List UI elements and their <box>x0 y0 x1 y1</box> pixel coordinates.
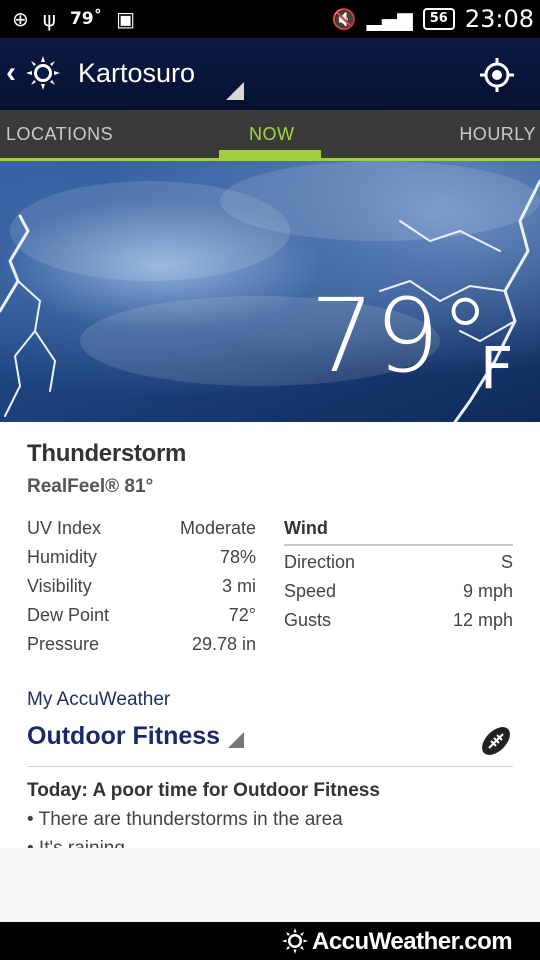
detail-label: Humidity <box>27 547 98 567</box>
current-temperature: 79° <box>310 277 491 396</box>
detail-value: Moderate <box>179 518 256 538</box>
accuweather-logo-icon <box>282 928 308 954</box>
tab-bar: LOCATIONS NOW HOURLY <box>0 110 540 161</box>
wind-row: Speed 9 mph <box>284 575 513 604</box>
battery-indicator: 56 <box>422 8 455 30</box>
back-chevron-icon[interactable]: ‹ <box>6 56 16 90</box>
accuweather-sun-icon[interactable] <box>26 56 60 90</box>
scroll-fade <box>0 848 540 922</box>
detail-row: Pressure 29.78 in <box>27 634 256 663</box>
wind-label: Direction <box>284 552 356 572</box>
my-accuweather-label: My AccuWeather <box>27 689 171 710</box>
detail-value: 29.78 in <box>191 634 256 654</box>
detail-row: Dew Point 72° <box>27 605 256 634</box>
status-time: 23:08 <box>464 5 534 33</box>
details-table: UV Index Moderate Humidity 78% Visibilit… <box>27 518 256 663</box>
forecast-bullet: • There are thunderstorms in the area <box>27 809 343 830</box>
condition-text: Thunderstorm <box>27 440 187 467</box>
temperature-unit: F <box>480 334 514 402</box>
mute-icon: 🔇 <box>331 7 357 31</box>
tab-hourly[interactable]: HOURLY <box>459 124 536 145</box>
app-header: ‹ Kartosuro <box>0 38 540 110</box>
location-dropdown-icon[interactable] <box>226 82 244 100</box>
signal-icon: ▂▄▆ <box>366 7 413 31</box>
detail-row: Visibility 3 mi <box>27 576 256 605</box>
forecast-summary: Today: A poor time for Outdoor Fitness <box>27 780 380 801</box>
location-title[interactable]: Kartosuro <box>78 58 195 89</box>
wind-value: 9 mph <box>462 581 513 601</box>
football-icon <box>482 727 510 755</box>
tab-now[interactable]: NOW <box>249 124 295 145</box>
detail-value: 78% <box>219 547 256 567</box>
wind-label: Gusts <box>284 610 332 630</box>
active-tab-indicator <box>219 150 321 158</box>
realfeel-text: RealFeel® 81° <box>27 476 154 497</box>
locate-gps-icon[interactable] <box>480 58 514 92</box>
footer-bar: AccuWeather.com <box>0 922 540 960</box>
usb-icon: ψ <box>42 7 56 31</box>
wind-title: Wind <box>284 518 513 546</box>
detail-value: 72° <box>228 605 256 625</box>
detail-label: Dew Point <box>27 605 110 625</box>
tab-locations[interactable]: LOCATIONS <box>6 124 113 145</box>
detail-label: UV Index <box>27 518 102 538</box>
detail-value: 3 mi <box>221 576 256 596</box>
detail-label: Pressure <box>27 634 100 654</box>
detail-row: UV Index Moderate <box>27 518 256 547</box>
wind-row: Gusts 12 mph <box>284 604 513 633</box>
wind-panel: Wind Direction S Speed 9 mph Gusts 12 mp… <box>284 518 513 633</box>
wind-value: 12 mph <box>452 610 513 630</box>
status-bar: ⊕ ψ 79˚ ▣ 🔇 ▂▄▆ 56 23:08 <box>0 0 540 38</box>
detail-label: Visibility <box>27 576 92 596</box>
status-temperature: 79˚ <box>69 9 103 29</box>
activity-selector[interactable]: Outdoor Fitness <box>27 722 220 751</box>
bbm-icon: ▣ <box>116 7 136 31</box>
wind-label: Speed <box>284 581 337 601</box>
wind-row: Direction S <box>284 546 513 575</box>
activity-dropdown-icon[interactable] <box>228 732 244 748</box>
detail-row: Humidity 78% <box>27 547 256 576</box>
divider <box>27 766 513 767</box>
wind-value: S <box>500 552 513 572</box>
game-icon: ⊕ <box>12 7 29 31</box>
brand-text[interactable]: AccuWeather.com <box>312 928 513 956</box>
